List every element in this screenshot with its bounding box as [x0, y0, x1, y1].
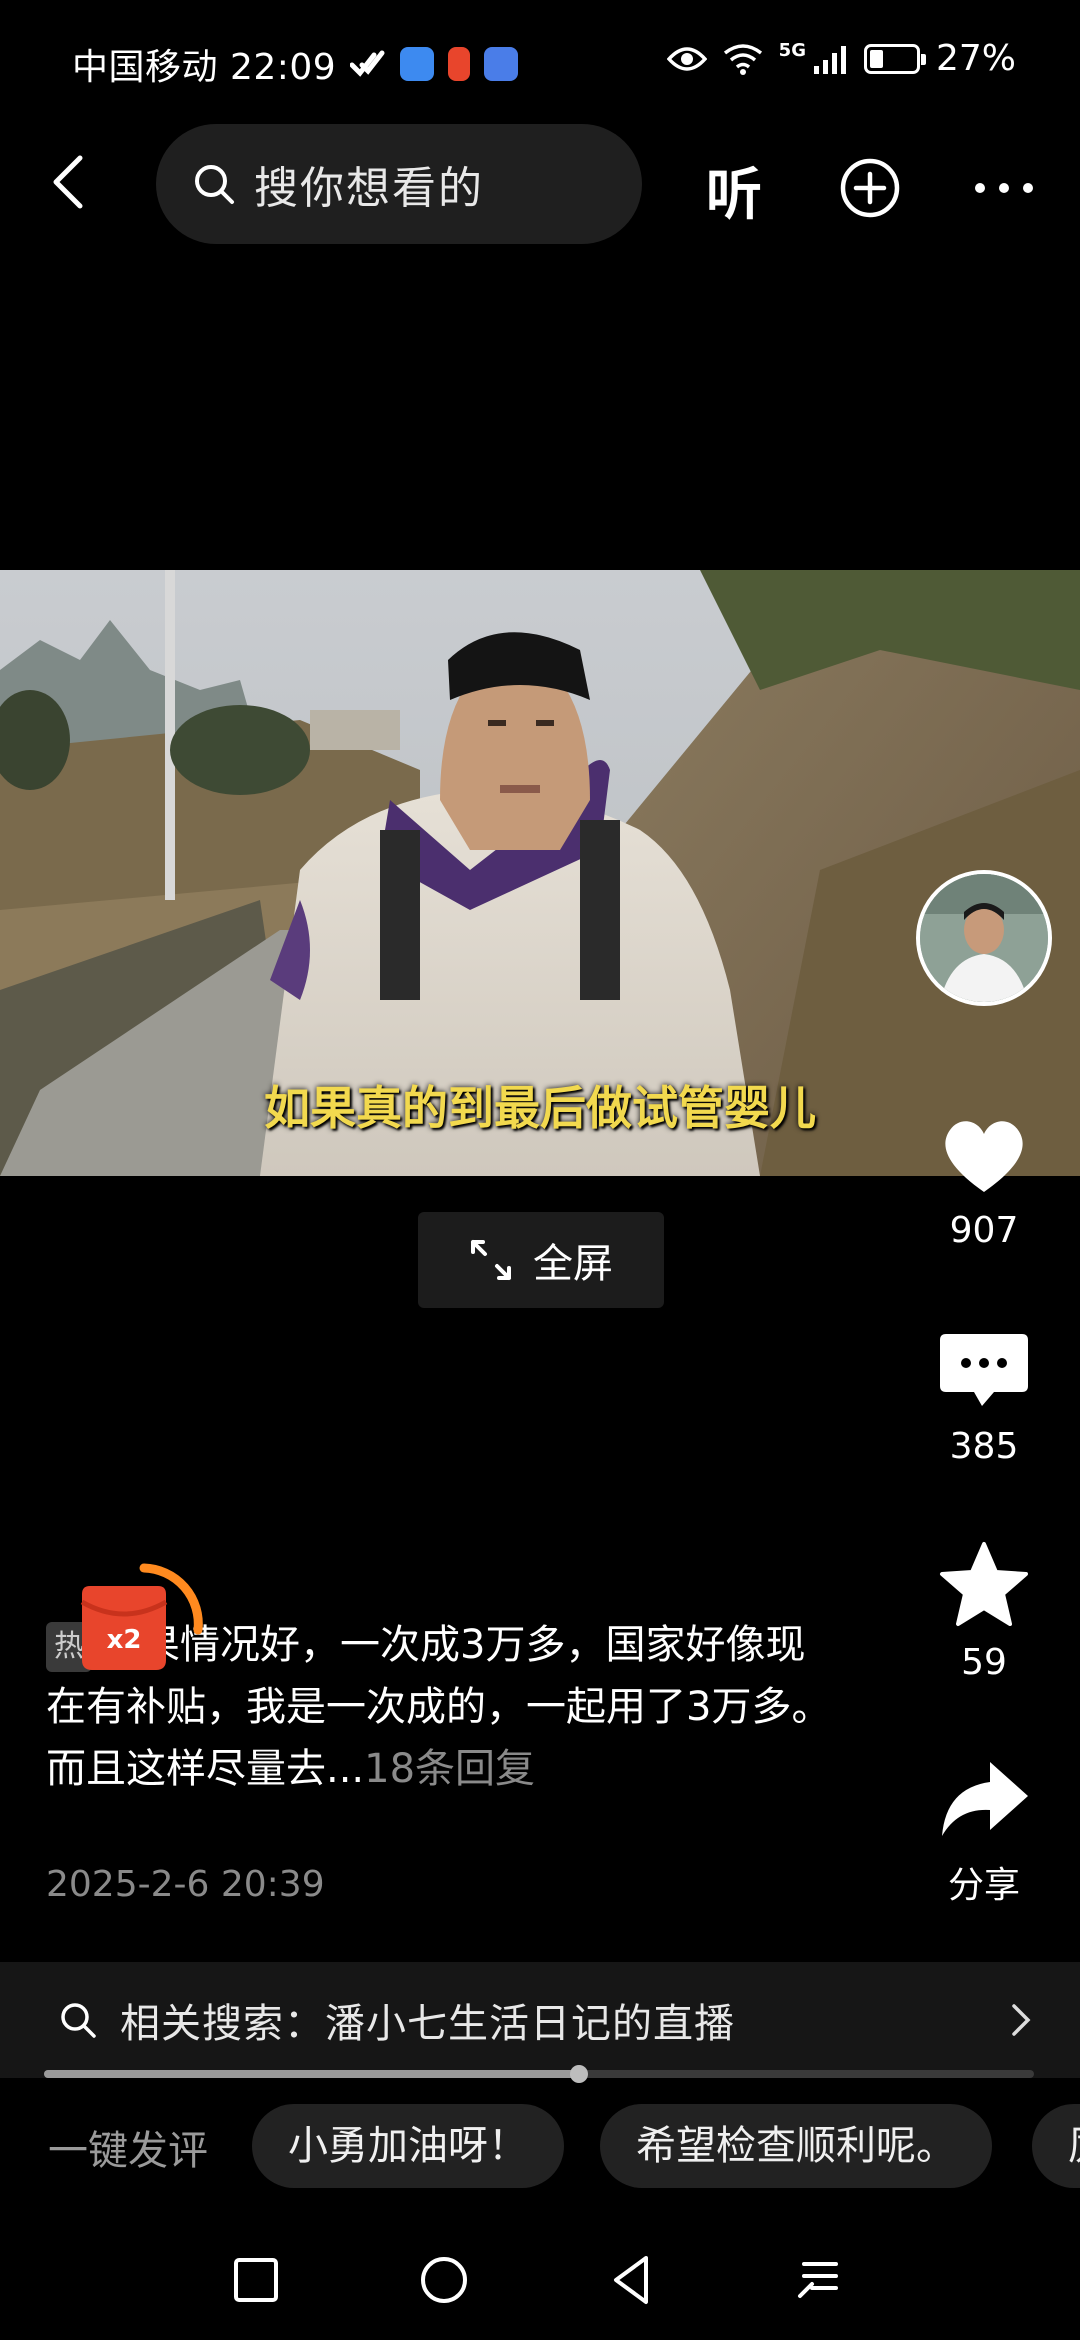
share-label: 分享: [947, 1865, 1020, 1906]
app-notification-icon: [400, 47, 435, 81]
top-nav: 搜你想看的 听: [0, 120, 1080, 248]
status-bar: 中国移动 22:09 5G 27%: [0, 0, 1080, 120]
status-right: 5G 27%: [666, 38, 1016, 79]
more-icon[interactable]: [968, 156, 1040, 220]
wifi-icon: [723, 43, 762, 75]
comment-button[interactable]: 385: [920, 1322, 1048, 1467]
share-button[interactable]: 分享: [920, 1752, 1048, 1908]
star-icon: [940, 1542, 1028, 1626]
quick-comment-chip[interactable]: 小勇加油呀！: [252, 2104, 564, 2188]
menu-icon[interactable]: [790, 2250, 850, 2310]
mail-notification-icon: [484, 47, 519, 81]
search-icon: [61, 2003, 96, 2038]
back-nav-icon[interactable]: [602, 2250, 662, 2310]
app-notification-icon: [448, 47, 471, 81]
related-search-text: 相关搜索：潘小七生活日记的直播: [120, 2001, 735, 2047]
video-player[interactable]: 如果真的到最后做试管婴儿: [0, 570, 1080, 1176]
network-type: 5G: [778, 40, 806, 61]
chevron-right-icon: [1012, 2004, 1031, 2036]
search-input[interactable]: 搜你想看的: [156, 124, 642, 244]
avatar[interactable]: [916, 870, 1052, 1006]
comment-icon: [940, 1334, 1028, 1406]
video-progress-bar[interactable]: [44, 2065, 1034, 2083]
like-button[interactable]: 907: [920, 1106, 1048, 1251]
favorite-button[interactable]: 59: [920, 1538, 1048, 1683]
status-left: 中国移动 22:09: [72, 38, 519, 90]
quick-comment-chip[interactable]: 厉: [1032, 2104, 1080, 2188]
favorite-count: 59: [961, 1642, 1007, 1683]
home-icon[interactable]: [414, 2250, 474, 2310]
avatar-photo: [920, 874, 1048, 1002]
listen-button[interactable]: 听: [706, 150, 762, 231]
fullscreen-label: 全屏: [533, 1241, 613, 1287]
progress-thumb[interactable]: [569, 2065, 588, 2083]
carrier-time: 中国移动 22:09: [72, 47, 337, 88]
quick-comments: 一键发评 小勇加油呀！ 希望检查顺利呢。 厉: [0, 2098, 1080, 2194]
quick-comment-chip[interactable]: 希望检查顺利呢。: [600, 2104, 992, 2188]
video-subtitle: 如果真的到最后做试管婴儿: [264, 1081, 816, 1135]
cell-signal-icon: [813, 45, 846, 74]
share-icon: [942, 1762, 1028, 1836]
system-nav-bar: [0, 2220, 1080, 2340]
recents-icon[interactable]: [226, 2250, 286, 2310]
like-count: 907: [949, 1210, 1019, 1251]
related-search-bar[interactable]: 相关搜索：潘小七生活日记的直播: [0, 1962, 1080, 2078]
heart-icon: [945, 1121, 1023, 1192]
red-packet-label: x2: [107, 1625, 142, 1655]
red-packet-icon[interactable]: x2: [74, 1560, 206, 1692]
signal-check-icon: [350, 50, 385, 77]
fullscreen-button[interactable]: 全屏: [418, 1212, 664, 1308]
comment-date: 2025-2-6 20:39: [46, 1864, 325, 1905]
quick-comment-label: 一键发评: [48, 2128, 208, 2174]
back-icon[interactable]: [40, 150, 104, 214]
eye-icon: [666, 46, 707, 71]
search-placeholder: 搜你想看的: [254, 163, 484, 214]
battery-icon: [863, 43, 926, 74]
expand-icon: [471, 1240, 511, 1280]
progress-fill: [44, 2070, 579, 2078]
search-icon: [195, 165, 234, 204]
comment-replies-link[interactable]: 18条回复: [364, 1746, 535, 1792]
battery-text: 27%: [935, 38, 1016, 79]
comment-count: 385: [949, 1426, 1019, 1467]
add-icon[interactable]: [838, 156, 902, 220]
